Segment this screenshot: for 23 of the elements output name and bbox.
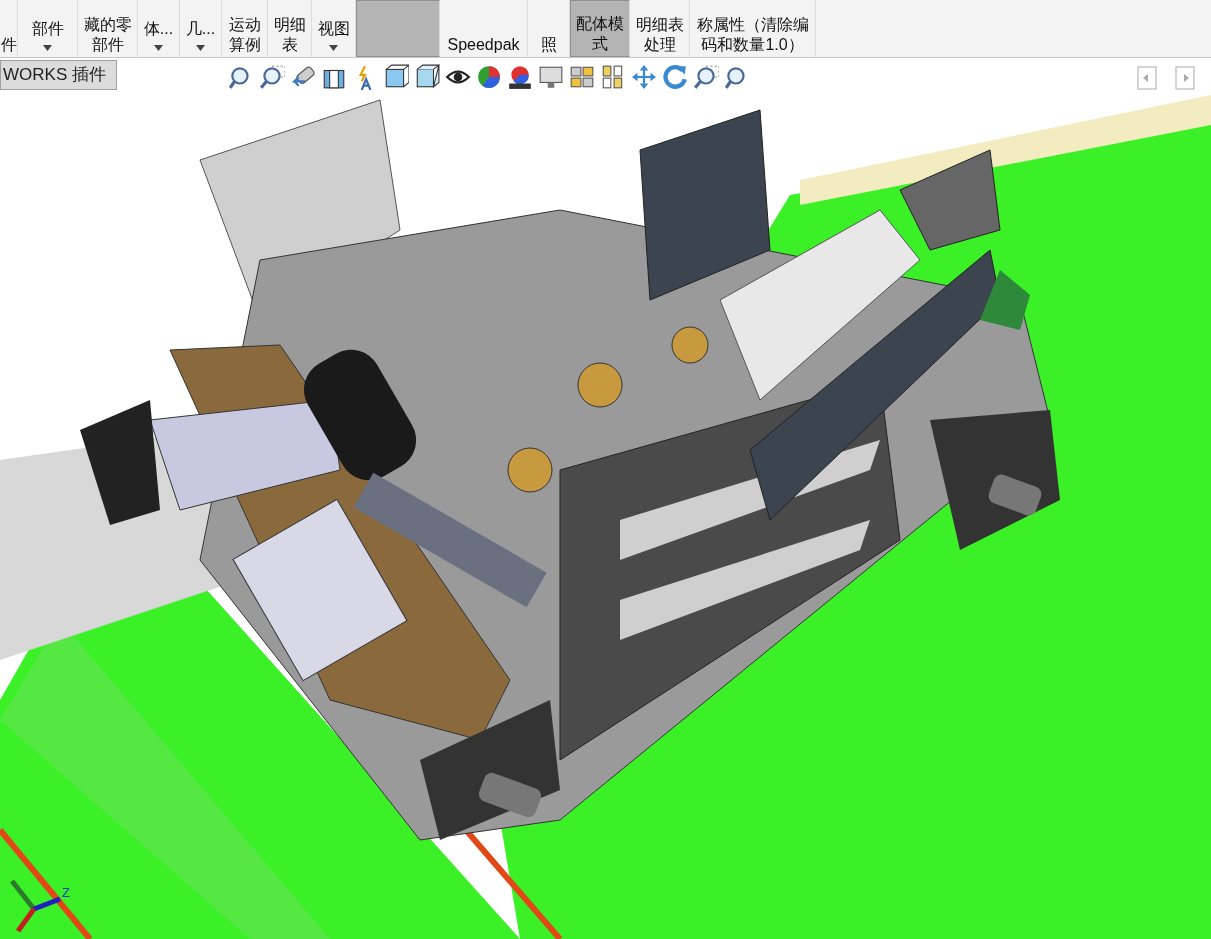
ribbon-button[interactable]: 体... bbox=[138, 0, 180, 57]
ribbon-button[interactable]: 件 bbox=[0, 0, 18, 57]
shaded-cube-icon[interactable] bbox=[414, 64, 440, 90]
ribbon-button[interactable]: 配体模 式 bbox=[570, 0, 630, 57]
ribbon-button[interactable]: Speedpak bbox=[440, 0, 528, 57]
rotate-icon[interactable] bbox=[662, 64, 688, 90]
ribbon-button[interactable]: 几... bbox=[180, 0, 222, 57]
axis-label: Z bbox=[62, 884, 70, 902]
monitor-icon[interactable] bbox=[538, 64, 564, 90]
color-ball-icon[interactable] bbox=[476, 64, 502, 90]
pan-icon[interactable] bbox=[631, 64, 657, 90]
ribbon-button[interactable]: 明细表 处理 bbox=[630, 0, 690, 57]
ribbon-button[interactable]: 明细 表 bbox=[268, 0, 312, 57]
cube-icon[interactable] bbox=[383, 64, 409, 90]
ribbon-button[interactable]: 部件 bbox=[18, 0, 78, 57]
scene-ball-icon[interactable] bbox=[507, 64, 533, 90]
ribbon-button[interactable]: 运动 算例 bbox=[222, 0, 268, 57]
zoom-area-icon[interactable] bbox=[693, 64, 719, 90]
zoom-area-icon[interactable] bbox=[259, 64, 285, 90]
tab[interactable]: WORKS 插件 bbox=[0, 60, 117, 90]
ribbon-button[interactable]: 藏的零 部件 bbox=[78, 0, 138, 57]
grid-panes-icon[interactable] bbox=[569, 64, 595, 90]
ribbon-button[interactable]: 称属性（清除编 码和数量1.0） bbox=[690, 0, 816, 57]
